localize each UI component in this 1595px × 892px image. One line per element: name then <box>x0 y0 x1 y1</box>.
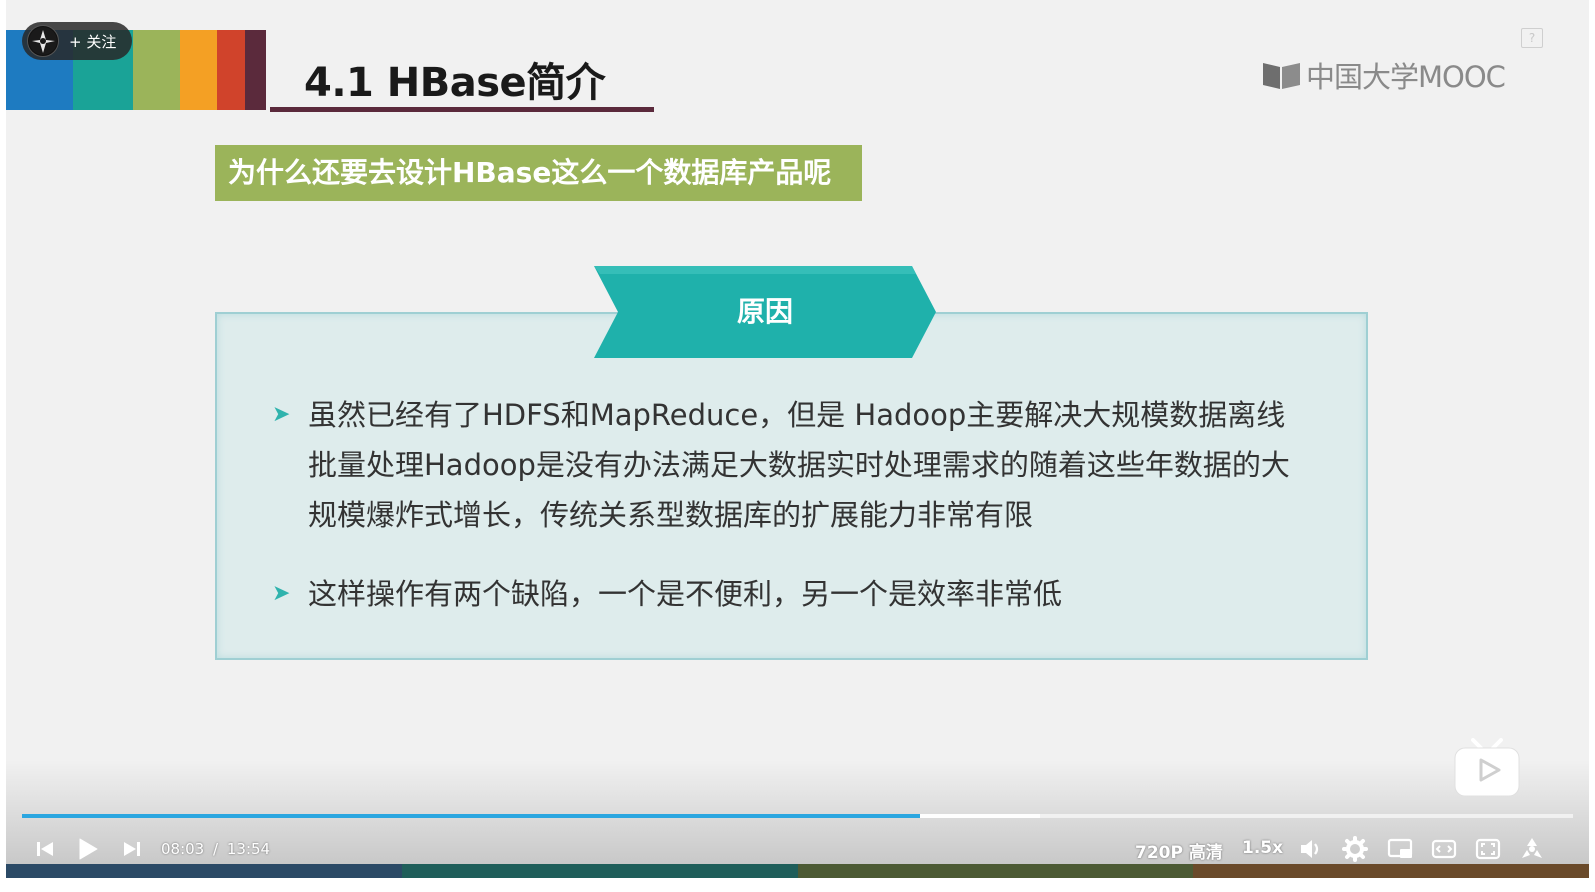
bullet-1-line-3: 规模爆炸式增长，传统关系型数据库的扩展能力非常有限 <box>308 498 1034 532</box>
follow-label: + 关注 <box>69 32 117 51</box>
web-fullscreen-icon[interactable] <box>1475 836 1501 862</box>
mooc-logo: 中国大学MOOC <box>1262 54 1506 96</box>
time-display: 08:03 / 13:54 <box>161 840 270 858</box>
help-icon[interactable]: ? <box>1521 28 1543 48</box>
bullet-2-line-1: 这样操作有两个缺陷，一个是不便利，另一个是效率非常低 <box>308 577 1063 611</box>
title-underline <box>270 107 654 112</box>
video-frame[interactable]: 4.1 HBase简介 + 关注 中国大学MOOC ? 为什么还要去设计HBas… <box>6 0 1589 878</box>
bullet-arrow-icon: ➤ <box>272 581 291 606</box>
widescreen-icon[interactable] <box>1431 836 1457 862</box>
header-band-plum <box>245 30 266 110</box>
slide-title-block: 4.1 HBase简介 <box>270 30 654 112</box>
bottom-color-strip <box>6 864 1589 878</box>
time-separator: / <box>213 840 219 858</box>
next-icon[interactable] <box>119 836 145 862</box>
header-band-green <box>133 30 180 110</box>
bullet-item-1: ➤ 虽然已经有了HDFS和MapReduce，但是 Hadoop主要解决大规模数… <box>272 390 1290 540</box>
slide-title: 4.1 HBase简介 <box>304 60 606 106</box>
fullscreen-icon[interactable] <box>1519 836 1545 862</box>
bullet-item-2: ➤ 这样操作有两个缺陷，一个是不便利，另一个是效率非常低 <box>272 569 1062 619</box>
slide-subtitle: 为什么还要去设计HBase这么一个数据库产品呢 <box>215 145 862 201</box>
volume-icon[interactable] <box>1298 836 1324 862</box>
avatar[interactable] <box>27 25 59 57</box>
prev-icon[interactable] <box>32 836 58 862</box>
speed-button[interactable]: 1.5x <box>1242 838 1283 858</box>
follow-button[interactable]: + 关注 <box>22 22 132 60</box>
bullet-arrow-icon: ➤ <box>272 402 291 427</box>
bilibili-tv-icon[interactable] <box>1453 738 1521 798</box>
header-band-orange <box>180 30 217 110</box>
current-time: 08:03 <box>161 840 205 858</box>
quality-button[interactable]: 720P 高清 <box>1135 838 1223 863</box>
bullet-1-line-1: 虽然已经有了HDFS和MapReduce，但是 Hadoop主要解决大规模数据离… <box>308 398 1286 432</box>
settings-icon[interactable] <box>1342 836 1368 862</box>
avatar-image <box>29 27 57 55</box>
play-icon[interactable] <box>74 836 100 862</box>
pip-icon[interactable] <box>1387 836 1413 862</box>
bullet-1-line-2: 批量处理Hadoop是没有办法满足大数据实时处理需求的随着这些年数据的大 <box>308 448 1290 482</box>
total-duration: 13:54 <box>226 840 271 858</box>
mooc-logo-text: 中国大学MOOC <box>1306 60 1506 94</box>
mooc-book-icon <box>1263 63 1300 89</box>
reason-banner-label: 原因 <box>736 295 793 328</box>
progress-fill[interactable] <box>22 814 920 818</box>
header-band-red <box>217 30 245 110</box>
